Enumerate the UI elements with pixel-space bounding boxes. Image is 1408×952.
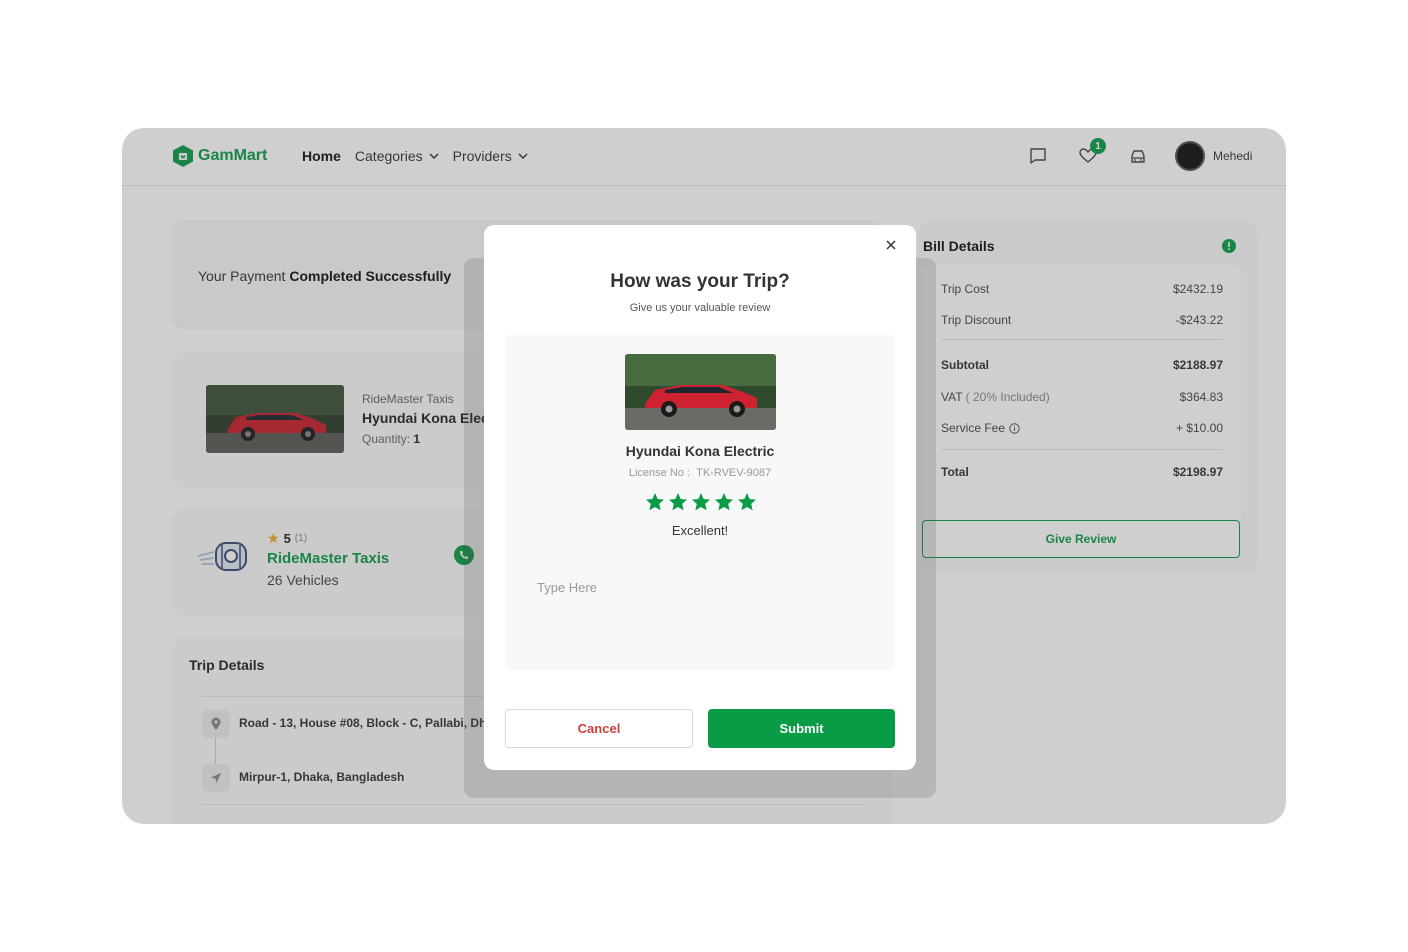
modal-subtitle: Give us your valuable review bbox=[629, 302, 771, 314]
rating-label: Excellent! bbox=[671, 523, 729, 538]
submit-button[interactable]: Submit bbox=[708, 709, 895, 748]
close-icon[interactable] bbox=[884, 238, 898, 252]
star-icon[interactable] bbox=[691, 492, 711, 512]
license-value: TK-RVEV-9087 bbox=[696, 467, 772, 479]
vehicle-image bbox=[625, 354, 776, 430]
license-line: License No : TK-RVEV-9087 bbox=[505, 467, 895, 479]
app-window: GamMart Home Categories Providers 1 Mehe… bbox=[122, 128, 1286, 824]
review-modal: How was your Trip? Give us your valuable… bbox=[484, 225, 916, 770]
star-rating[interactable] bbox=[645, 492, 757, 512]
review-form: Hyundai Kona Electric License No : TK-RV… bbox=[505, 335, 895, 670]
vehicle-name: Hyundai Kona Electric bbox=[625, 443, 775, 459]
license-label: License No : bbox=[628, 467, 690, 479]
modal-title: How was your Trip? bbox=[610, 271, 790, 292]
star-icon[interactable] bbox=[668, 492, 688, 512]
cancel-button[interactable]: Cancel bbox=[505, 709, 693, 748]
star-icon[interactable] bbox=[737, 492, 757, 512]
car-photo bbox=[625, 354, 776, 430]
star-icon[interactable] bbox=[714, 492, 734, 512]
star-icon[interactable] bbox=[645, 492, 665, 512]
review-textarea[interactable] bbox=[537, 580, 857, 650]
